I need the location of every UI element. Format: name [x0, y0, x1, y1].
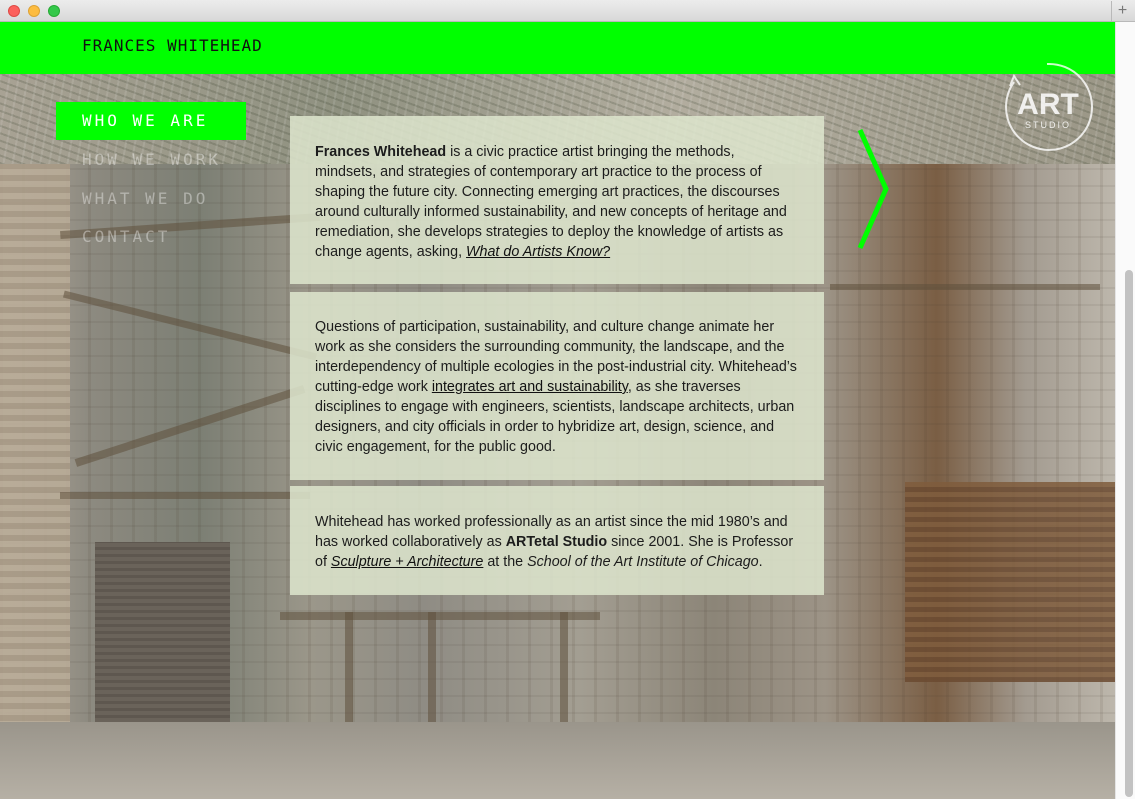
logo-text-sub: STUDIO — [1025, 120, 1071, 130]
nav-item-what-we-do[interactable]: WHAT WE DO — [82, 189, 208, 208]
school-name: School of the Art Institute of Chicago — [527, 554, 759, 570]
minimize-window-button[interactable] — [28, 5, 40, 17]
bio-panel-intro: Frances Whitehead is a civic practice ar… — [290, 116, 824, 284]
window-titlebar: + — [0, 0, 1135, 22]
intro-text: is a civic practice artist bringing the … — [315, 144, 787, 260]
chevron-right-icon[interactable] — [856, 126, 892, 252]
sculpture-architecture-link[interactable]: Sculpture + Architecture — [331, 554, 483, 570]
logo-text-main: ART — [1017, 88, 1079, 121]
bio-panel-career: Whitehead has worked professionally as a… — [290, 486, 824, 595]
zoom-window-button[interactable] — [48, 5, 60, 17]
artist-name: Frances Whitehead — [315, 144, 447, 160]
site-header: FRANCES WHITEHEAD — [0, 22, 1125, 74]
photo-beam — [830, 284, 1100, 290]
photo-beam — [60, 492, 310, 499]
site-title-link[interactable]: FRANCES WHITEHEAD — [82, 36, 263, 55]
close-window-button[interactable] — [8, 5, 20, 17]
new-tab-button[interactable]: + — [1111, 1, 1133, 21]
studio-name: ARTetal Studio — [505, 534, 608, 550]
photo-brick-wall — [905, 482, 1115, 682]
what-do-artists-know-link[interactable]: What do Artists Know? — [466, 244, 610, 260]
career-text-3: at the — [483, 554, 528, 570]
page-scrollbar-thumb[interactable] — [1125, 270, 1133, 797]
nav-item-how-we-work[interactable]: HOW WE WORK — [82, 150, 221, 169]
bio-panel-practice: Questions of participation, sustainabili… — [290, 292, 824, 480]
career-text-4: . — [758, 554, 763, 570]
art-studio-logo-icon[interactable]: ART STUDIO — [998, 58, 1096, 156]
nav-item-contact[interactable]: CONTACT — [82, 227, 170, 246]
photo-floor — [0, 722, 1115, 799]
photo-wall-left — [0, 164, 70, 799]
photo-beam — [280, 612, 600, 620]
photo-beam — [63, 290, 317, 361]
nav-item-who-we-are[interactable]: WHO WE ARE — [82, 111, 208, 130]
photo-beam — [74, 385, 306, 467]
photo-doorway — [95, 542, 230, 732]
page-viewport: FRANCES WHITEHEAD ART STUDIO WHO WE ARE … — [0, 22, 1135, 799]
integrates-art-sustainability-link[interactable]: integrates art and sustainability — [432, 379, 628, 395]
